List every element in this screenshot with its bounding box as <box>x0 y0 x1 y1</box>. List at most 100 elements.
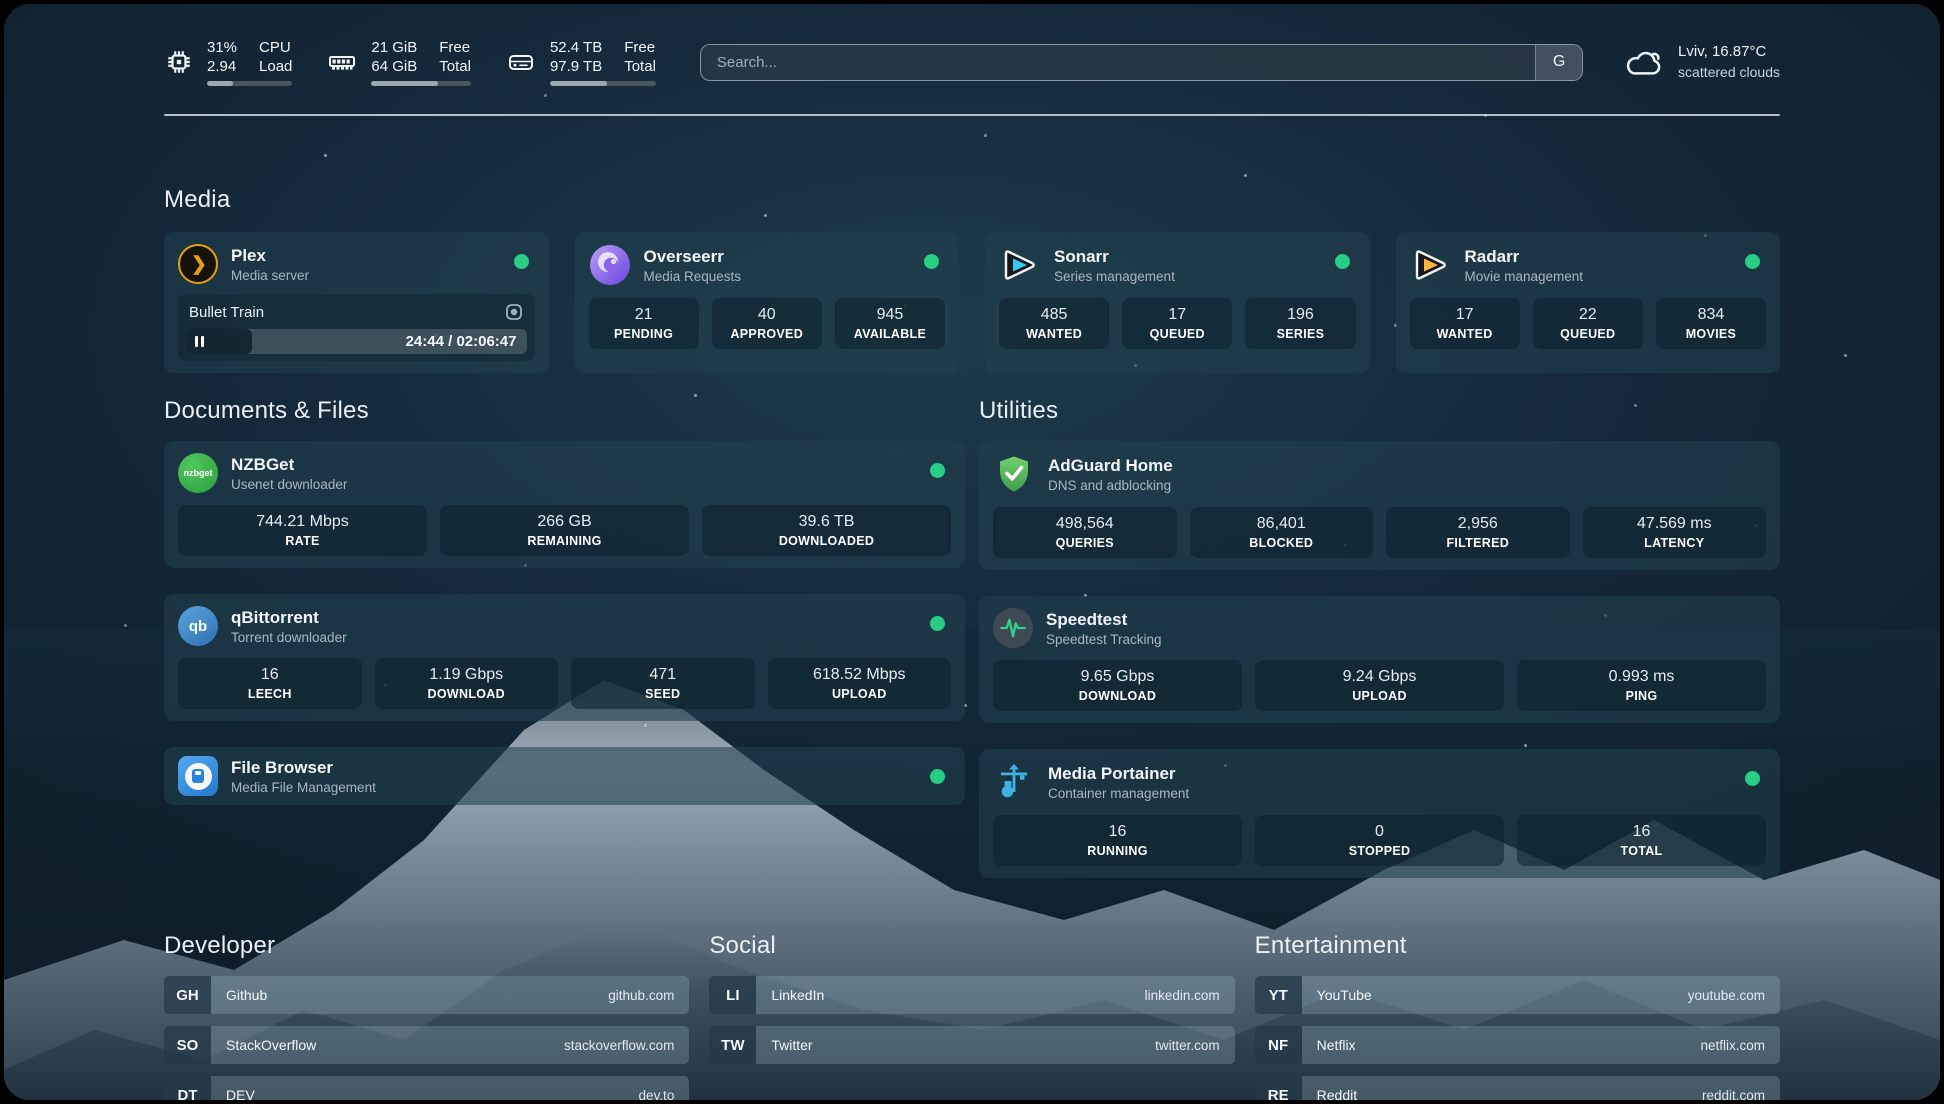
stat-block: 945 AVAILABLE <box>835 298 945 349</box>
radarr-icon <box>1410 244 1452 286</box>
stat-block: 17 WANTED <box>1410 298 1520 349</box>
service-desc: DNS and adblocking <box>1048 477 1173 494</box>
memory-progress-track <box>371 81 471 86</box>
cpu-progress-track <box>207 81 292 86</box>
stat-block: 471 SEED <box>571 658 755 709</box>
bookmark-abbr: NF <box>1255 1026 1302 1064</box>
bookmarks-social: LI LinkedIn linkedin.com TW Twitter twit… <box>709 976 1234 1100</box>
service-card-plex[interactable]: ❯ Plex Media server Bullet Train <box>164 232 549 373</box>
service-card-qbittorrent[interactable]: qb qBittorrent Torrent downloader 16 LEE… <box>164 594 965 721</box>
weather-condition: scattered clouds <box>1678 62 1780 82</box>
memory-free-value: 21 GiB <box>371 38 417 57</box>
bookmark-url: reddit.com <box>1702 1088 1765 1101</box>
stat-block: 21 PENDING <box>589 298 699 349</box>
stat-block: 618.52 Mbps UPLOAD <box>768 658 952 709</box>
service-card-filebrowser[interactable]: File Browser Media File Management <box>164 747 965 805</box>
filebrowser-icon <box>178 756 218 796</box>
status-dot <box>924 254 939 269</box>
stat-block: 9.65 Gbps DOWNLOAD <box>993 660 1242 711</box>
stat-block: 16 RUNNING <box>993 815 1242 866</box>
bookmark-abbr: YT <box>1255 976 1302 1014</box>
bookmarks-developer: GH Github github.com SO StackOverflow st… <box>164 976 689 1100</box>
bookmark-url: linkedin.com <box>1145 988 1220 1003</box>
service-card-radarr[interactable]: Radarr Movie management 17 WANTED 22 QUE… <box>1396 232 1781 373</box>
bookmark-stackoverflow[interactable]: SO StackOverflow stackoverflow.com <box>164 1026 689 1064</box>
service-name: qBittorrent <box>231 607 347 629</box>
disk-icon <box>505 47 537 77</box>
service-name: File Browser <box>231 757 376 779</box>
memory-free-label: Free <box>439 38 471 57</box>
status-dot <box>1745 771 1760 786</box>
stat-block: 266 GB REMAINING <box>440 505 689 556</box>
service-card-speedtest[interactable]: Speedtest Speedtest Tracking 9.65 Gbps D… <box>979 596 1780 723</box>
status-dot <box>514 254 529 269</box>
bookmark-github[interactable]: GH Github github.com <box>164 976 689 1014</box>
service-card-portainer[interactable]: Media Portainer Container management 16 … <box>979 749 1780 878</box>
service-card-adguard[interactable]: AdGuard Home DNS and adblocking 498,564 … <box>979 441 1780 570</box>
bookmark-abbr: DT <box>164 1076 211 1100</box>
bookmark-url: twitter.com <box>1155 1038 1220 1053</box>
bookmark-linkedin[interactable]: LI LinkedIn linkedin.com <box>709 976 1234 1014</box>
pause-icon <box>195 336 198 347</box>
service-name: AdGuard Home <box>1048 455 1173 477</box>
service-name: Plex <box>231 245 309 267</box>
service-desc: Movie management <box>1465 268 1584 285</box>
service-card-sonarr[interactable]: Sonarr Series management 485 WANTED 17 Q… <box>985 232 1370 373</box>
memory-icon <box>326 47 358 77</box>
stat-block: 834 MOVIES <box>1656 298 1766 349</box>
section-title-developer: Developer <box>164 932 689 960</box>
stat-block: 16 TOTAL <box>1517 815 1766 866</box>
now-playing-title: Bullet Train <box>189 304 264 321</box>
weather-widget: Lviv, 16.87°C scattered clouds <box>1623 42 1780 82</box>
bookmark-url: youtube.com <box>1688 988 1765 1003</box>
bookmark-url: netflix.com <box>1700 1038 1765 1053</box>
service-name: NZBGet <box>231 454 347 476</box>
service-card-overseerr[interactable]: Overseerr Media Requests 21 PENDING 40 A… <box>575 232 960 373</box>
service-desc: Media File Management <box>231 779 376 796</box>
service-name: Media Portainer <box>1048 763 1189 785</box>
stat-block: 196 SERIES <box>1245 298 1355 349</box>
bookmark-abbr: TW <box>709 1026 756 1064</box>
service-desc: Media Requests <box>644 268 742 285</box>
service-desc: Series management <box>1054 268 1175 285</box>
stat-block: 485 WANTED <box>999 298 1109 349</box>
bookmark-netflix[interactable]: NF Netflix netflix.com <box>1255 1026 1780 1064</box>
speedtest-icon <box>993 608 1033 648</box>
status-dot <box>930 463 945 478</box>
playback-progress-bar[interactable]: 24:44 / 02:06:47 <box>186 329 527 354</box>
bookmark-abbr: GH <box>164 976 211 1014</box>
qbittorrent-icon: qb <box>178 606 218 646</box>
stat-block: 86,401 BLOCKED <box>1190 507 1374 558</box>
stat-block: 16 LEECH <box>178 658 362 709</box>
stat-block: 9.24 Gbps UPLOAD <box>1255 660 1504 711</box>
service-name: Sonarr <box>1054 246 1175 268</box>
service-card-nzbget[interactable]: nzbget NZBGet Usenet downloader 744.21 M… <box>164 441 965 568</box>
overseerr-icon <box>589 244 631 286</box>
stat-block: 22 QUEUED <box>1533 298 1643 349</box>
status-dot <box>1335 254 1350 269</box>
bookmark-dev[interactable]: DT DEV dev.to <box>164 1076 689 1100</box>
portainer-icon <box>993 761 1035 803</box>
bookmark-name: LinkedIn <box>771 987 824 1003</box>
status-dot <box>1745 254 1760 269</box>
stat-block: 39.6 TB DOWNLOADED <box>702 505 951 556</box>
plex-now-playing: Bullet Train 24:44 / 02:06:47 <box>178 294 535 361</box>
memory-total-label: Total <box>439 57 471 76</box>
cpu-load-label: Load <box>259 57 292 76</box>
stat-block: 1.19 Gbps DOWNLOAD <box>375 658 559 709</box>
search-input[interactable] <box>701 45 1535 80</box>
cpu-percent: 31% <box>207 38 237 57</box>
playback-time: 24:44 / 02:06:47 <box>406 329 517 354</box>
bookmark-name: Twitter <box>771 1037 812 1053</box>
stat-block: 40 APPROVED <box>712 298 822 349</box>
stat-block: 0 STOPPED <box>1255 815 1504 866</box>
bookmark-youtube[interactable]: YT YouTube youtube.com <box>1255 976 1780 1014</box>
bookmark-reddit[interactable]: RE Reddit reddit.com <box>1255 1076 1780 1100</box>
memory-widget: 21 GiB 64 GiB Free Total <box>326 38 471 86</box>
session-icon <box>504 302 524 322</box>
service-desc: Media server <box>231 267 309 284</box>
resource-widgets: 31% 2.94 CPU Load <box>164 38 656 86</box>
bookmark-twitter[interactable]: TW Twitter twitter.com <box>709 1026 1234 1064</box>
search-provider-button[interactable]: G <box>1535 45 1582 80</box>
service-name: Overseerr <box>644 246 742 268</box>
